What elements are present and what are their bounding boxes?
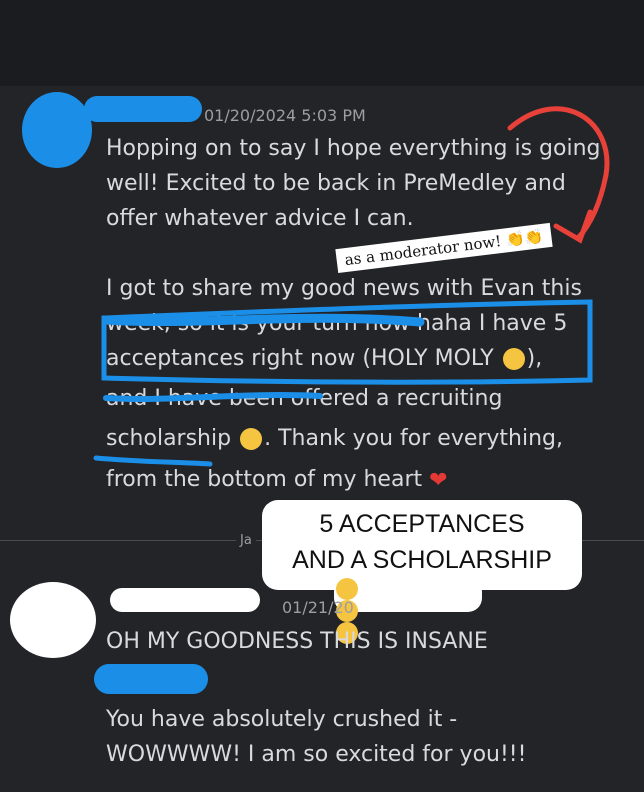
- post2-line-1: OH MY GOODNESS THIS IS INSANE: [106, 629, 488, 654]
- red-arrow-annotation: [507, 106, 610, 244]
- avatar-redacted[interactable]: [10, 582, 96, 658]
- blue-underline-scholarship: [93, 455, 213, 467]
- pleading-face-icon: [336, 578, 358, 600]
- post2-timestamp: 01/21/20: [282, 598, 354, 617]
- blue-scribble-1: [101, 313, 425, 327]
- blue-scribble-2: [103, 392, 323, 402]
- caption-line-2: AND A SCHOLARSHIP: [292, 546, 552, 574]
- post2-line-2: You have absolutely crushed it -: [106, 707, 458, 732]
- blue-redaction-2: [94, 664, 208, 694]
- caption-line-1: 5 ACCEPTANCES: [319, 510, 525, 538]
- date-divider-label: Ja: [236, 533, 256, 548]
- caption-bubble: 5 ACCEPTANCES AND A SCHOLARSHIP: [262, 500, 582, 590]
- post2-line-3: WOWWWW! I am so excited for you!!!: [106, 742, 527, 767]
- username-redaction-2: [110, 588, 260, 612]
- caption-emoji-bubble: [334, 578, 482, 644]
